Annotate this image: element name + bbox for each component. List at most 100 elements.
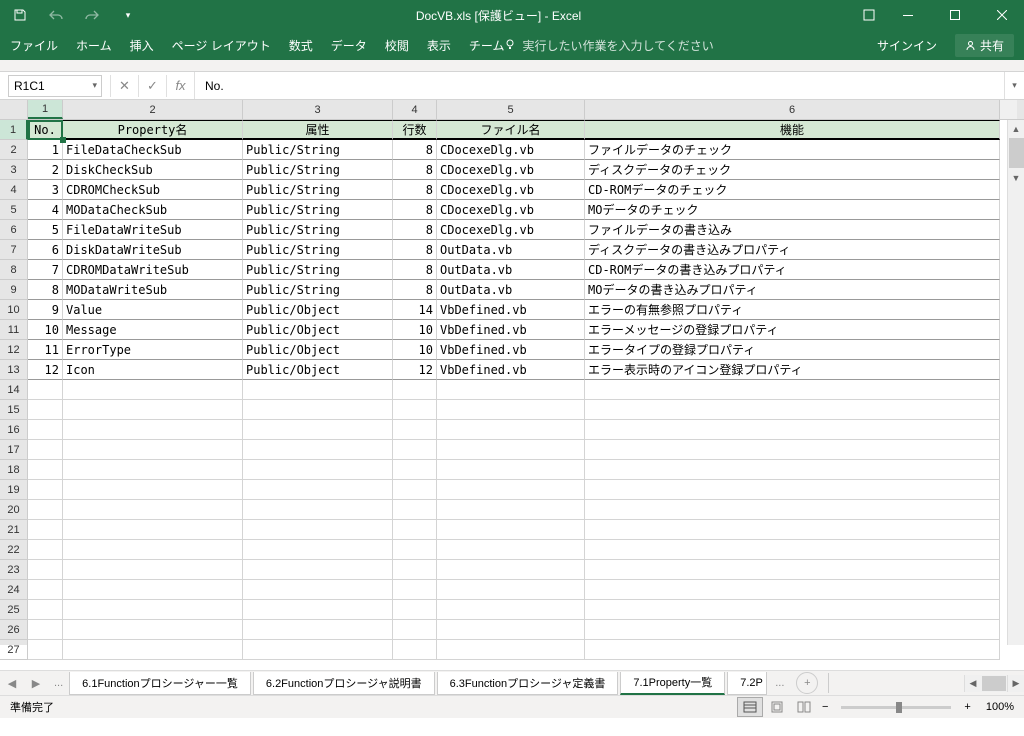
zoom-out-button[interactable]: − [818, 701, 832, 713]
scroll-down-button[interactable]: ▼ [1008, 169, 1024, 186]
data-cell[interactable]: エラー表示時のアイコン登録プロパティ [585, 360, 1000, 380]
empty-cell[interactable] [63, 460, 243, 480]
header-cell[interactable]: No. [28, 120, 63, 140]
empty-cell[interactable] [585, 560, 1000, 580]
empty-cell[interactable] [393, 560, 437, 580]
data-cell[interactable]: 8 [28, 280, 63, 300]
share-button[interactable]: 共有 [955, 34, 1014, 57]
data-cell[interactable]: Public/Object [243, 320, 393, 340]
sheet-tab-3[interactable]: 7.1Property一覧 [620, 672, 725, 695]
row-header-2[interactable]: 2 [0, 140, 28, 160]
data-cell[interactable]: ディスクデータの書き込みプロパティ [585, 240, 1000, 260]
vertical-scrollbar[interactable]: ▲ ▼ [1007, 120, 1024, 645]
empty-cell[interactable] [63, 640, 243, 660]
empty-cell[interactable] [585, 380, 1000, 400]
empty-cell[interactable] [437, 380, 585, 400]
row-header-4[interactable]: 4 [0, 180, 28, 200]
data-cell[interactable]: OutData.vb [437, 280, 585, 300]
ribbon-display-options-icon[interactable] [855, 1, 883, 29]
column-header-4[interactable]: 4 [393, 100, 437, 119]
close-button[interactable] [979, 0, 1024, 30]
data-cell[interactable]: 12 [393, 360, 437, 380]
empty-cell[interactable] [63, 620, 243, 640]
empty-cell[interactable] [393, 540, 437, 560]
data-cell[interactable]: 4 [28, 200, 63, 220]
data-cell[interactable]: ErrorType [63, 340, 243, 360]
row-header-6[interactable]: 6 [0, 220, 28, 240]
row-header-10[interactable]: 10 [0, 300, 28, 320]
empty-cell[interactable] [243, 560, 393, 580]
empty-cell[interactable] [393, 520, 437, 540]
name-box[interactable]: R1C1 [8, 75, 102, 97]
empty-cell[interactable] [585, 580, 1000, 600]
empty-cell[interactable] [28, 460, 63, 480]
data-cell[interactable]: 8 [393, 220, 437, 240]
empty-cell[interactable] [28, 540, 63, 560]
ribbon-tab-0[interactable]: ファイル [10, 31, 58, 60]
header-cell[interactable]: 行数 [393, 120, 437, 140]
empty-cell[interactable] [28, 480, 63, 500]
data-cell[interactable]: 8 [393, 280, 437, 300]
row-header-3[interactable]: 3 [0, 160, 28, 180]
page-layout-view-button[interactable] [764, 697, 790, 717]
sheet-nav-more-right[interactable]: ... [769, 677, 790, 689]
row-header-16[interactable]: 16 [0, 420, 28, 440]
column-header-6[interactable]: 6 [585, 100, 1000, 119]
ribbon-tab-3[interactable]: ページ レイアウト [172, 31, 271, 60]
empty-cell[interactable] [437, 520, 585, 540]
zoom-in-button[interactable]: + [960, 701, 974, 713]
empty-cell[interactable] [243, 380, 393, 400]
data-cell[interactable]: MOデータの書き込みプロパティ [585, 280, 1000, 300]
zoom-slider[interactable] [841, 706, 951, 709]
row-header-20[interactable]: 20 [0, 500, 28, 520]
row-header-5[interactable]: 5 [0, 200, 28, 220]
empty-cell[interactable] [437, 540, 585, 560]
empty-cell[interactable] [63, 400, 243, 420]
minimize-button[interactable] [885, 0, 930, 30]
empty-cell[interactable] [243, 620, 393, 640]
select-all-corner[interactable] [0, 100, 28, 119]
empty-cell[interactable] [28, 520, 63, 540]
horizontal-scroll-thumb[interactable] [982, 676, 1006, 691]
empty-cell[interactable] [585, 400, 1000, 420]
empty-cell[interactable] [393, 480, 437, 500]
column-header-3[interactable]: 3 [243, 100, 393, 119]
data-cell[interactable]: CDocexeDlg.vb [437, 200, 585, 220]
empty-cell[interactable] [437, 600, 585, 620]
data-cell[interactable]: CD-ROMデータのチェック [585, 180, 1000, 200]
empty-cell[interactable] [393, 640, 437, 660]
empty-cell[interactable] [437, 400, 585, 420]
redo-button[interactable] [78, 1, 106, 29]
cells-area[interactable]: No.Property名属性行数ファイル名機能1FileDataCheckSub… [28, 120, 1024, 645]
data-cell[interactable]: 8 [393, 240, 437, 260]
data-cell[interactable]: Value [63, 300, 243, 320]
empty-cell[interactable] [243, 420, 393, 440]
formula-bar-expand-button[interactable]: ▾ [1004, 72, 1024, 99]
sheet-tab-2[interactable]: 6.3Functionプロシージャ定義書 [437, 672, 619, 695]
empty-cell[interactable] [63, 540, 243, 560]
empty-cell[interactable] [63, 500, 243, 520]
horizontal-scrollbar[interactable]: ◀ ▶ [964, 675, 1024, 692]
empty-cell[interactable] [585, 620, 1000, 640]
empty-cell[interactable] [28, 400, 63, 420]
empty-cell[interactable] [585, 640, 1000, 660]
data-cell[interactable]: 11 [28, 340, 63, 360]
empty-cell[interactable] [585, 440, 1000, 460]
sheet-tab-4[interactable]: 7.2P [727, 672, 767, 695]
empty-cell[interactable] [63, 480, 243, 500]
data-cell[interactable]: エラーメッセージの登録プロパティ [585, 320, 1000, 340]
data-cell[interactable]: エラーの有無参照プロパティ [585, 300, 1000, 320]
maximize-button[interactable] [932, 0, 977, 30]
column-header-2[interactable]: 2 [63, 100, 243, 119]
header-cell[interactable]: 機能 [585, 120, 1000, 140]
data-cell[interactable]: MODataCheckSub [63, 200, 243, 220]
column-header-5[interactable]: 5 [437, 100, 585, 119]
data-cell[interactable]: VbDefined.vb [437, 300, 585, 320]
data-cell[interactable]: CDocexeDlg.vb [437, 160, 585, 180]
data-cell[interactable]: 6 [28, 240, 63, 260]
row-header-1[interactable]: 1 [0, 120, 28, 140]
vertical-scroll-thumb[interactable] [1009, 138, 1024, 168]
zoom-level[interactable]: 100% [986, 701, 1014, 713]
data-cell[interactable]: Public/String [243, 180, 393, 200]
data-cell[interactable]: 10 [393, 340, 437, 360]
